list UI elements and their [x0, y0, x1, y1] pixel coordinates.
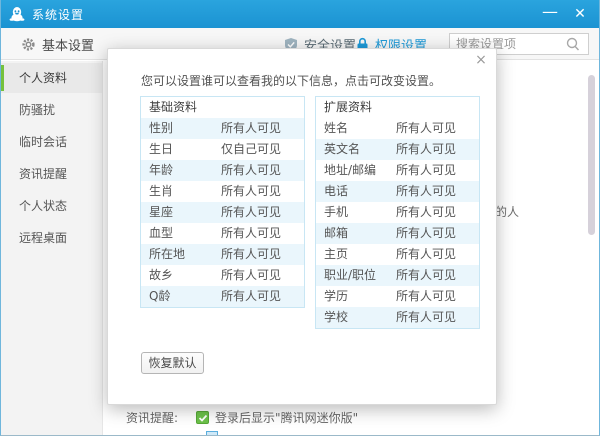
field-label: Q龄	[141, 286, 221, 307]
visibility-value[interactable]: 所有人可见	[221, 118, 281, 139]
table-row: 英文名所有人可见	[316, 139, 479, 160]
news-alert-label: 资讯提醒:	[126, 409, 178, 426]
table-row: 生肖所有人可见	[141, 181, 304, 202]
visibility-value[interactable]: 所有人可见	[221, 244, 281, 265]
visibility-value[interactable]: 所有人可见	[396, 139, 456, 160]
checkbox-label: 登录后显示"腾讯网迷你版"	[215, 409, 358, 426]
restore-defaults-button[interactable]: 恢复默认	[141, 352, 204, 374]
sidebar-item-label: 个人资料	[19, 71, 67, 85]
table-row: 生日仅自己可见	[141, 139, 304, 160]
table-row: 性别所有人可见	[141, 118, 304, 139]
privacy-settings-dialog: × 您可以设置谁可以查看我的以下信息，点击可改变设置。 基础资料 性别所有人可见…	[107, 48, 497, 405]
field-label: 英文名	[316, 139, 396, 160]
search-icon[interactable]	[564, 35, 582, 53]
sidebar-item-label: 个人状态	[19, 199, 67, 213]
table-row: 学历所有人可见	[316, 286, 479, 307]
gear-icon	[21, 37, 36, 52]
titlebar: 系统设置 — ✕	[1, 0, 600, 28]
qq-penguin-icon	[9, 6, 25, 22]
sidebar-item-label: 临时会话	[19, 135, 67, 149]
table-row: 主页所有人可见	[316, 244, 479, 265]
table-row: 故乡所有人可见	[141, 265, 304, 286]
field-label: 学校	[316, 307, 396, 328]
check-icon	[198, 413, 208, 423]
visibility-value[interactable]: 所有人可见	[396, 160, 456, 181]
background-news-alert-row: 资讯提醒: 登录后显示"腾讯网迷你版"	[126, 409, 358, 426]
visibility-value[interactable]: 所有人可见	[221, 181, 281, 202]
visibility-value[interactable]: 所有人可见	[396, 223, 456, 244]
table-row: 邮箱所有人可见	[316, 223, 479, 244]
basic-info-table: 基础资料 性别所有人可见 生日仅自己可见 年龄所有人可见 生肖所有人可见 星座所…	[140, 96, 305, 308]
visibility-value[interactable]: 所有人可见	[396, 202, 456, 223]
window-title: 系统设置	[32, 6, 84, 23]
table-row: 姓名所有人可见	[316, 118, 479, 139]
extended-info-table: 扩展资料 姓名所有人可见 英文名所有人可见 地址/邮编所有人可见 电话所有人可见…	[315, 96, 480, 329]
close-button[interactable]: ✕	[565, 0, 595, 28]
visibility-value[interactable]: 所有人可见	[396, 265, 456, 286]
visibility-value[interactable]: 所有人可见	[221, 202, 281, 223]
field-label: 故乡	[141, 265, 221, 286]
visibility-value[interactable]: 所有人可见	[221, 160, 281, 181]
system-settings-window: 系统设置 — ✕ 基本设置 安全设置 权限设置	[0, 0, 600, 436]
tab-basic-settings[interactable]: 基本设置	[21, 28, 94, 60]
minimize-button[interactable]: —	[535, 0, 565, 28]
field-label: 生日	[141, 139, 221, 160]
settings-sidebar: 个人资料 防骚扰 临时会话 资讯提醒 个人状态 远程桌面	[1, 61, 103, 436]
table-row: 地址/邮编所有人可见	[316, 160, 479, 181]
sidebar-item-anti-harassment[interactable]: 防骚扰	[1, 95, 102, 125]
dialog-close-icon[interactable]: ×	[472, 51, 490, 69]
table-header: 基础资料	[141, 97, 304, 118]
field-label: 邮箱	[316, 223, 396, 244]
field-label: 学历	[316, 286, 396, 307]
visibility-value[interactable]: 所有人可见	[396, 244, 456, 265]
field-label: 所在地	[141, 244, 221, 265]
field-label: 星座	[141, 202, 221, 223]
vertical-scrollbar-thumb[interactable]	[588, 75, 595, 235]
field-label: 血型	[141, 223, 221, 244]
table-row: 职业/职位所有人可见	[316, 265, 479, 286]
sidebar-item-personal-profile[interactable]: 个人资料	[1, 63, 102, 93]
field-label: 姓名	[316, 118, 396, 139]
visibility-value[interactable]: 所有人可见	[396, 181, 456, 202]
sidebar-item-news-alert[interactable]: 资讯提醒	[1, 159, 102, 189]
field-label: 地址/邮编	[316, 160, 396, 181]
sidebar-item-remote-desktop[interactable]: 远程桌面	[1, 223, 102, 253]
field-label: 年龄	[141, 160, 221, 181]
field-label: 职业/职位	[316, 265, 396, 286]
table-row: 年龄所有人可见	[141, 160, 304, 181]
table-row: 学校所有人可见	[316, 307, 479, 328]
visibility-value[interactable]: 所有人可见	[221, 286, 281, 307]
field-label: 主页	[316, 244, 396, 265]
visibility-value[interactable]: 仅自己可见	[221, 139, 281, 160]
sidebar-item-personal-status[interactable]: 个人状态	[1, 191, 102, 221]
sidebar-item-temp-session[interactable]: 临时会话	[1, 127, 102, 157]
checked-checkbox[interactable]	[196, 411, 209, 424]
visibility-value[interactable]: 所有人可见	[221, 265, 281, 286]
table-row: 所在地所有人可见	[141, 244, 304, 265]
visibility-value[interactable]: 所有人可见	[396, 286, 456, 307]
sidebar-item-label: 远程桌面	[19, 231, 67, 245]
visibility-value[interactable]: 所有人可见	[396, 307, 456, 328]
dialog-intro-text: 您可以设置谁可以查看我的以下信息，点击可改变设置。	[141, 72, 441, 89]
sidebar-item-label: 资讯提醒	[19, 167, 67, 181]
table-row: 星座所有人可见	[141, 202, 304, 223]
table-row: 电话所有人可见	[316, 181, 479, 202]
tab-label: 基本设置	[42, 35, 94, 54]
field-label: 性别	[141, 118, 221, 139]
table-row: Q龄所有人可见	[141, 286, 304, 307]
table-row: 血型所有人可见	[141, 223, 304, 244]
field-label: 电话	[316, 181, 396, 202]
table-header: 扩展资料	[316, 97, 479, 118]
cutoff-checkbox[interactable]	[206, 431, 218, 436]
visibility-value[interactable]: 所有人可见	[396, 118, 456, 139]
background-partial-text: 的人	[495, 203, 519, 220]
sidebar-item-label: 防骚扰	[19, 103, 55, 117]
field-label: 生肖	[141, 181, 221, 202]
field-label: 手机	[316, 202, 396, 223]
table-row: 手机所有人可见	[316, 202, 479, 223]
visibility-value[interactable]: 所有人可见	[221, 223, 281, 244]
